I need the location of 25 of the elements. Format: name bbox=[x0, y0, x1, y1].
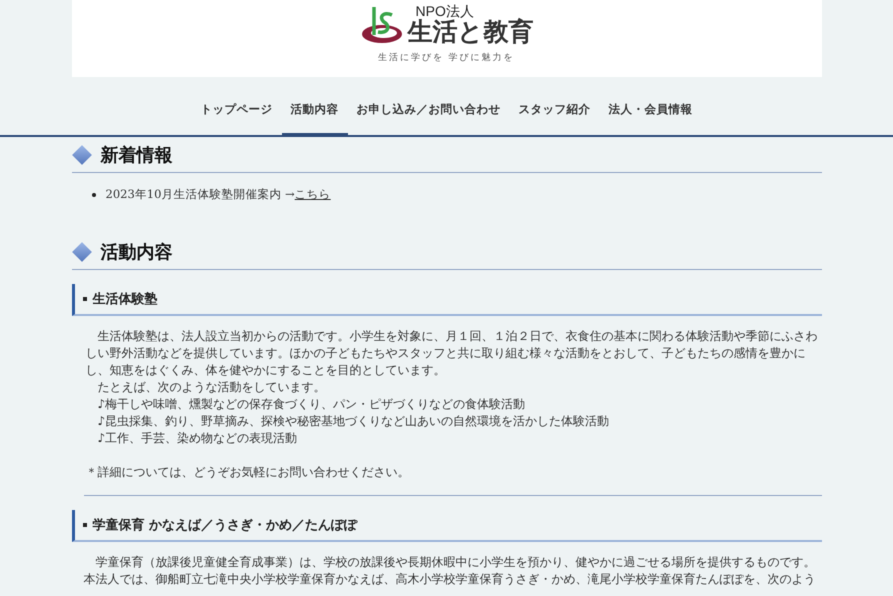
logo-title: 生活と教育 bbox=[408, 20, 534, 45]
section-title: 新着情報 bbox=[100, 144, 172, 167]
news-link[interactable]: こちら bbox=[294, 187, 331, 202]
subsection-title: 生活体験塾 bbox=[92, 291, 158, 308]
paragraph: 学童保育（放課後児童健全育成事業）は、学校の放課後や長期休暇中に小学生を預かり、健やかに過ごせる場所を提供するものです。本法人では、御船町立七滝中央小学校学童保育かなえば、高木小学校学童保育うさぎ・かめ、滝尾小学校学童保育たんぽぽを、次のよう bbox=[84, 554, 816, 588]
paragraph: ♪梅干しや味噌、燻製などの保存食づくり、パン・ピザづくりなどの食体験活動 bbox=[96, 396, 526, 413]
square-icon bbox=[82, 297, 86, 301]
tagline: 生活に学びを 学びに魅力を bbox=[378, 51, 515, 64]
nav-tab[interactable]: お申し込み／お問い合わせ bbox=[348, 77, 510, 137]
news-item: 2023年10月生活体験塾開催案内 → bbox=[106, 187, 295, 202]
nav-tab[interactable]: 活動内容 bbox=[282, 77, 348, 137]
section-title: 活動内容 bbox=[100, 241, 172, 264]
paragraph: ♪昆虫採集、釣り、野草摘み、探検や秘密基地づくりなど山あいの自然環境を活かした体験活動 bbox=[96, 413, 610, 430]
paragraph: ♪工作、手芸、染め物などの表現活動 bbox=[96, 430, 298, 447]
logo-icon bbox=[360, 5, 404, 45]
subsection-title: 学童保育 かなえば／うさぎ・かめ／たんぽぽ bbox=[92, 516, 358, 534]
nav-tab[interactable]: 法人・会員情報 bbox=[600, 77, 702, 137]
bullet-icon bbox=[92, 192, 96, 196]
paragraph: たとえば、次のような活動をしています。 bbox=[96, 379, 326, 396]
paragraph: ＊詳細については、どうぞお気軽にお問い合わせください。 bbox=[84, 464, 410, 481]
square-icon bbox=[82, 523, 86, 527]
logo-subtitle: NPO法人 bbox=[416, 4, 475, 18]
nav-tab[interactable]: スタッフ紹介 bbox=[510, 77, 600, 137]
nav-tab[interactable]: トップページ bbox=[192, 77, 282, 137]
paragraph: 生活体験塾は、法人設立当初からの活動です。小学生を対象に、月１回、１泊２日で、衣食住の基本に関わる体験活動や季節にふさわしい野外活動などを提供しています。ほかの子どもたちやスタッフと共に取り組む様々な活動をとおして、子どもたちの感情を豊かにし、知恵をはぐくみ、体を健やかにすることを目的としています。 bbox=[84, 328, 818, 379]
